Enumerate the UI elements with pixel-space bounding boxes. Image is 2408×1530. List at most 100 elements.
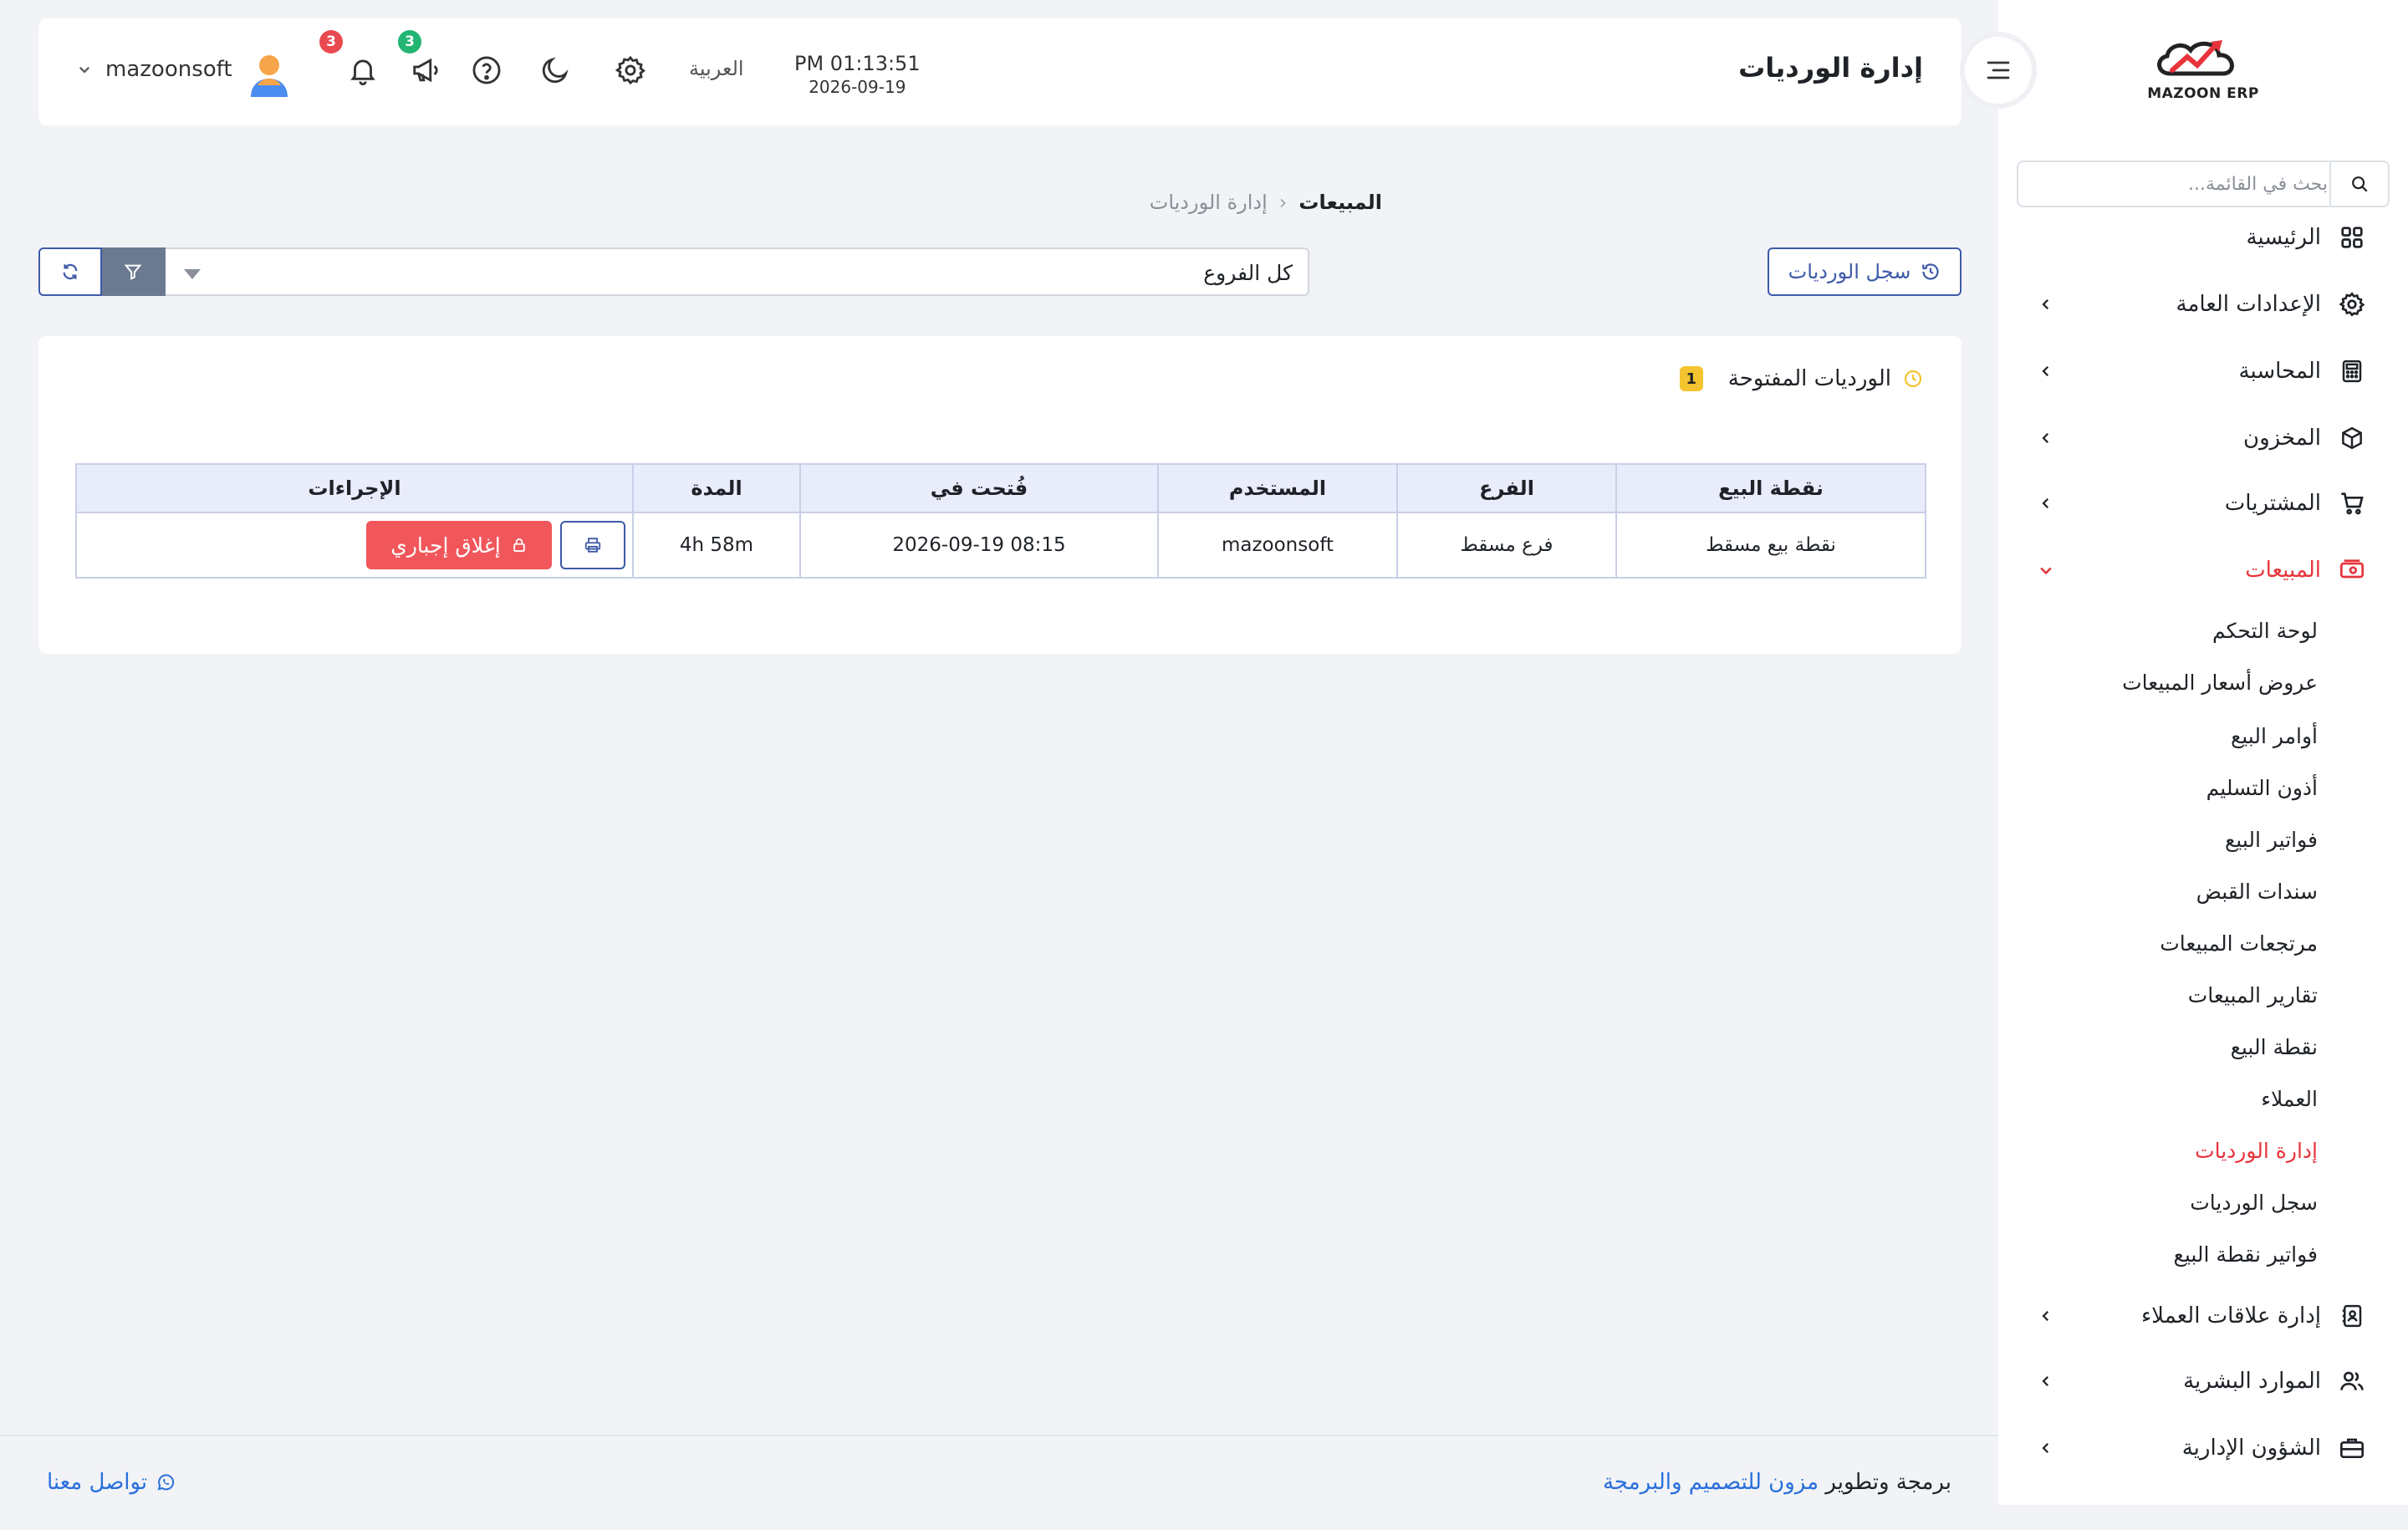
sidebar-sub-sales-invoices[interactable]: فواتير البيع	[2225, 821, 2318, 858]
top-header: إدارة الورديات PM 01:13:51 2026-09-19 ال…	[38, 18, 1962, 125]
contact-us-link[interactable]: تواصل معنا	[47, 1470, 176, 1495]
megaphone-icon	[413, 58, 438, 83]
column-header-opened-at: فُتحت في	[799, 463, 1159, 513]
footer-credit: برمجة وتطوير مزون للتصميم والبرمجة	[1603, 1470, 1951, 1495]
sidebar-sub-sales-reports[interactable]: تقارير المبيعات	[2188, 977, 2318, 1013]
force-close-button[interactable]: إغلاق إجباري	[366, 521, 552, 569]
footer-credit-link[interactable]: مزون للتصميم والبرمجة	[1603, 1470, 1819, 1495]
column-header-branch: الفرع	[1396, 463, 1617, 513]
refresh-button[interactable]	[38, 247, 102, 296]
sidebar-sub-delivery-notes[interactable]: أذون التسليم	[2206, 769, 2318, 806]
breadcrumb: المبيعات ‹ إدارة الورديات	[1150, 191, 1382, 214]
logo[interactable]: MAZOON ERP	[2140, 33, 2266, 113]
footer-credit-prefix: برمجة وتطوير	[1825, 1470, 1951, 1495]
chevron-left-icon	[2033, 359, 2059, 384]
chevron-left-icon	[2033, 491, 2059, 516]
sidebar-item-accounting[interactable]: المحاسبة	[2025, 351, 2368, 391]
help-button[interactable]	[468, 52, 505, 89]
clock-time: PM 01:13:51	[794, 52, 921, 75]
open-shifts-table: نقطة البيع الفرع المستخدم فُتحت في المدة…	[75, 463, 1926, 579]
shift-log-label: سجل الورديات	[1788, 260, 1911, 283]
sidebar-item-label: الموارد البشرية	[2183, 1369, 2321, 1394]
branch-select[interactable]: كل الفروع	[164, 247, 1309, 296]
clock-date: 2026-09-19	[809, 77, 906, 97]
lock-icon	[513, 538, 525, 552]
sidebar-sub-sales-orders[interactable]: أوامر البيع	[2231, 717, 2318, 754]
chevron-down-icon[interactable]	[77, 62, 92, 77]
refresh-icon	[63, 263, 78, 280]
card-header: الورديات المفتوحة 1	[1679, 366, 1923, 391]
sidebar-item-label: إدارة علاقات العملاء	[2140, 1303, 2321, 1329]
moon-icon	[542, 57, 569, 84]
sidebar-sub-shift-management[interactable]: إدارة الورديات	[2195, 1132, 2318, 1169]
sidebar-item-hr[interactable]: الموارد البشرية	[2025, 1361, 2368, 1401]
column-header-actions: الإجراءات	[75, 463, 634, 513]
dark-mode-toggle[interactable]	[537, 52, 574, 89]
sidebar-item-label: المخزون	[2243, 426, 2321, 451]
column-header-user: المستخدم	[1157, 463, 1398, 513]
logo-text: MAZOON ERP	[2147, 85, 2259, 102]
sidebar-sub-dashboard[interactable]: لوحة التحكم	[2212, 612, 2318, 649]
page-title: إدارة الورديات	[1738, 52, 1923, 84]
column-header-pos: نقطة البيع	[1615, 463, 1926, 513]
user-menu[interactable]: mazoonsoft	[105, 57, 232, 82]
filter-icon	[124, 264, 142, 280]
print-button[interactable]	[560, 521, 625, 569]
sidebar-sub-customers[interactable]: العملاء	[2261, 1080, 2318, 1117]
sidebar-item-label: الإعدادات العامة	[2176, 292, 2321, 317]
cell-branch: فرع مسقط	[1396, 512, 1617, 579]
breadcrumb-page: إدارة الورديات	[1149, 191, 1268, 214]
sidebar-sub-quotations[interactable]: عروض أسعار المبيعات	[2122, 664, 2318, 701]
shift-log-button[interactable]: سجل الورديات	[1768, 247, 1962, 296]
table-header-row: نقطة البيع الفرع المستخدم فُتحت في المدة…	[75, 463, 1926, 513]
sidebar-search	[2017, 161, 2390, 207]
sidebar-item-label: المحاسبة	[2238, 359, 2321, 384]
sidebar-item-inventory[interactable]: المخزون	[2025, 418, 2368, 458]
chevron-left-icon	[2033, 1436, 2059, 1461]
sidebar-item-purchases[interactable]: المشتريات	[2025, 483, 2368, 523]
sidebar-sub-receipts[interactable]: سندات القبض	[2196, 873, 2318, 910]
cell-actions: إغلاق إجباري	[75, 512, 634, 579]
filter-button[interactable]	[100, 247, 166, 296]
sidebar-sub-shift-log[interactable]: سجل الورديات	[2190, 1184, 2318, 1221]
row-actions: إغلاق إجباري	[77, 521, 625, 569]
caret-down-icon	[184, 269, 201, 279]
sidebar-sub-pos-invoices[interactable]: فواتير نقطة البيع	[2174, 1236, 2318, 1272]
contact-us-label: تواصل معنا	[47, 1470, 148, 1495]
sidebar-sub-pos[interactable]: نقطة البيع	[2231, 1028, 2318, 1065]
gear-icon	[2336, 288, 2368, 320]
sidebar-item-admin-affairs[interactable]: الشؤون الإدارية	[2025, 1428, 2368, 1468]
logo-mark-icon	[2157, 40, 2234, 76]
language-switch[interactable]: العربية	[689, 57, 744, 80]
sidebar-item-sales[interactable]: المبيعات	[2025, 550, 2368, 590]
sidebar-item-crm[interactable]: إدارة علاقات العملاء	[2025, 1296, 2368, 1336]
breadcrumb-separator: ‹	[1278, 191, 1288, 214]
force-close-label: إغلاق إجباري	[390, 533, 501, 558]
sidebar-item-label: الشؤون الإدارية	[2181, 1436, 2321, 1461]
chevron-left-icon	[2033, 426, 2059, 451]
avatar[interactable]	[247, 52, 291, 97]
announcements-button[interactable]	[408, 52, 445, 89]
notifications-button[interactable]	[344, 52, 381, 89]
settings-button[interactable]	[612, 52, 649, 89]
announcements-badge: 3	[398, 30, 421, 54]
sidebar-sub-sales-returns[interactable]: مرتجعات المبيعات	[2160, 925, 2318, 961]
users-icon	[2336, 1365, 2368, 1397]
sidebar-item-home[interactable]: الرئيسية	[2025, 217, 2368, 258]
notifications-badge: 3	[319, 30, 343, 54]
sidebar-item-general-settings[interactable]: الإعدادات العامة	[2025, 284, 2368, 324]
search-button[interactable]	[2329, 162, 2388, 206]
calculator-icon	[2336, 355, 2368, 387]
chevron-left-icon	[2033, 1303, 2059, 1329]
whatsapp-icon	[157, 1474, 175, 1491]
sidebar-collapse-button[interactable]	[1960, 32, 2037, 109]
printer-icon	[584, 538, 601, 553]
card-title: الورديات المفتوحة	[1727, 366, 1891, 391]
cart-icon	[2336, 487, 2368, 519]
contacts-icon	[2336, 1300, 2368, 1332]
sidebar-search-input[interactable]	[2043, 162, 2328, 206]
sidebar-item-label: الرئيسية	[2246, 225, 2321, 250]
breadcrumb-section[interactable]: المبيعات	[1298, 191, 1382, 214]
chevron-down-icon	[2033, 558, 2059, 583]
gear-icon	[615, 55, 645, 85]
